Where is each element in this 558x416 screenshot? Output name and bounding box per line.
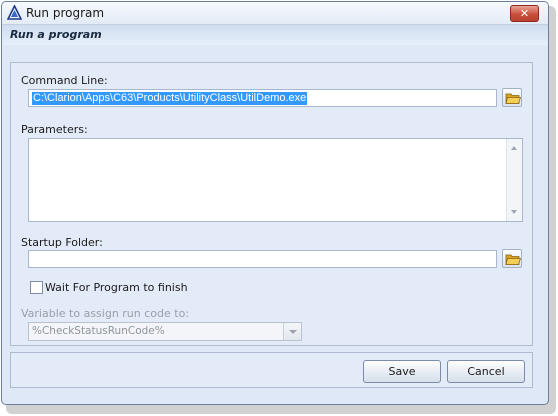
run-program-dialog: Run program ✕ Run a program Command Line… bbox=[1, 1, 549, 405]
window-title: Run program bbox=[26, 6, 105, 20]
save-button[interactable]: Save bbox=[363, 360, 441, 383]
parameters-textarea[interactable] bbox=[28, 138, 523, 222]
form-panel: Command Line: C:\Clarion\Apps\C63\Produc… bbox=[10, 62, 533, 346]
folder-icon bbox=[505, 93, 521, 104]
run-code-dropdown-button[interactable] bbox=[283, 323, 301, 340]
browse-command-button[interactable] bbox=[502, 88, 522, 107]
cancel-button[interactable]: Cancel bbox=[447, 360, 525, 383]
startup-folder-input[interactable] bbox=[28, 250, 497, 268]
parameters-label: Parameters: bbox=[21, 123, 88, 136]
button-bar: Save Cancel bbox=[10, 352, 533, 388]
command-line-value: C:\Clarion\Apps\C63\Products\UtilityClas… bbox=[32, 92, 308, 105]
dialog-header: Run a program bbox=[2, 25, 548, 45]
browse-folder-button[interactable] bbox=[502, 249, 522, 268]
parameters-scrollbar[interactable] bbox=[506, 139, 522, 221]
scroll-down-icon[interactable] bbox=[511, 210, 517, 214]
startup-folder-label: Startup Folder: bbox=[21, 236, 103, 249]
scroll-up-icon[interactable] bbox=[511, 146, 517, 150]
close-button[interactable]: ✕ bbox=[510, 5, 539, 22]
run-code-combo[interactable]: %CheckStatusRunCode% bbox=[28, 322, 302, 341]
wait-for-program-label[interactable]: Wait For Program to finish bbox=[45, 281, 188, 294]
close-icon: ✕ bbox=[519, 7, 530, 20]
title-bar[interactable]: Run program ✕ bbox=[2, 2, 548, 25]
wait-for-program-checkbox[interactable] bbox=[30, 281, 43, 294]
run-code-value: %CheckStatusRunCode% bbox=[32, 325, 165, 337]
app-icon bbox=[7, 5, 22, 20]
dialog-header-title: Run a program bbox=[10, 28, 102, 41]
chevron-down-icon bbox=[289, 330, 297, 334]
run-code-label: Variable to assign run code to: bbox=[21, 307, 190, 320]
command-line-input[interactable]: C:\Clarion\Apps\C63\Products\UtilityClas… bbox=[28, 89, 497, 107]
folder-icon bbox=[505, 254, 521, 265]
command-line-label: Command Line: bbox=[21, 74, 108, 87]
